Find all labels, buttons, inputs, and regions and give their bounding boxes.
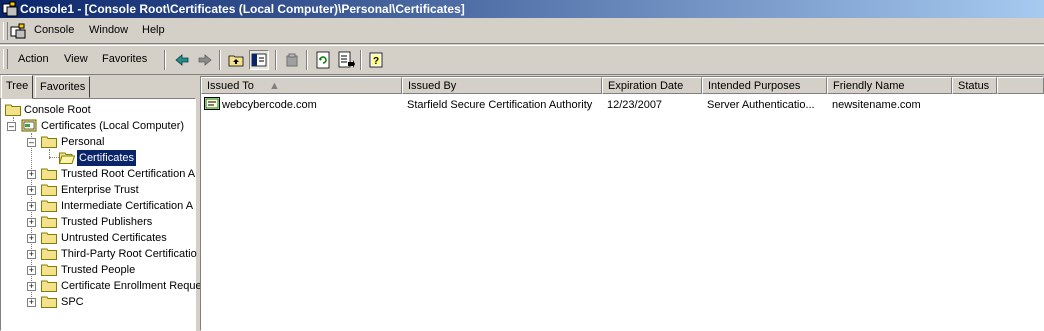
tree-label: Untrusted Certificates (61, 232, 167, 244)
certificate-store-icon (21, 119, 37, 132)
folder-icon (41, 232, 57, 244)
certificate-list[interactable]: Issued To ▲ Issued By Expiration Date In… (200, 76, 1044, 331)
cell-purposes: Server Authenticatio... (707, 99, 815, 111)
refresh-icon[interactable] (313, 50, 333, 70)
expand-icon[interactable]: + (27, 298, 36, 307)
tree-label: Third-Party Root Certificatio (61, 248, 197, 260)
column-header-friendly-name[interactable]: Friendly Name (827, 77, 952, 94)
column-header-issued-to[interactable]: Issued To ▲ (201, 77, 402, 94)
tree-label: Enterprise Trust (61, 184, 139, 196)
column-header-filler (997, 77, 1044, 94)
menu-help[interactable]: Help (142, 24, 165, 36)
tree-label: Trusted People (61, 264, 136, 276)
tree-label: Intermediate Certification A (61, 200, 194, 212)
mmc-app-icon (2, 1, 18, 17)
folder-icon (41, 248, 57, 260)
collapse-icon[interactable]: – (7, 122, 16, 131)
column-label: Issued To (207, 80, 254, 92)
expand-icon[interactable]: + (27, 218, 36, 227)
cell-issued-to: webcybercode.com (222, 99, 317, 111)
svg-text:?: ? (373, 56, 379, 67)
forward-arrow-icon[interactable] (195, 50, 215, 70)
menu-action[interactable]: Action (18, 53, 49, 65)
console-tree-icon (251, 53, 267, 67)
tree-label: Certificates (Local Computer) (41, 120, 185, 132)
column-header-status[interactable]: Status (952, 77, 997, 94)
toolbar-separator (275, 50, 277, 70)
window-title: Console1 - [Console Root\Certificates (L… (20, 2, 465, 16)
column-header-issued-by[interactable]: Issued By (402, 77, 602, 94)
toolbar-grip[interactable] (3, 49, 8, 69)
menu-view[interactable]: View (64, 53, 88, 65)
folder-icon (41, 200, 57, 212)
console-tree[interactable]: Console Root – Certificates (Local Compu… (0, 98, 202, 331)
expand-icon[interactable]: + (27, 202, 36, 211)
expand-icon[interactable]: + (27, 250, 36, 259)
tree-label: Certificate Enrollment Reque (61, 280, 202, 292)
main-menu-bar: Console Window Help (0, 19, 1044, 44)
open-folder-icon (59, 152, 75, 164)
tree-label: Trusted Publishers (61, 216, 153, 228)
folder-icon (41, 136, 57, 148)
menu-favorites[interactable]: Favorites (102, 53, 147, 65)
expand-icon[interactable]: + (27, 282, 36, 291)
tree-label: Console Root (24, 104, 91, 116)
up-one-level-icon[interactable] (226, 50, 246, 70)
cell-friendly-name: newsitename.com (832, 99, 921, 111)
folder-icon (41, 296, 57, 308)
toolbar-separator (219, 50, 221, 70)
folder-icon (41, 184, 57, 196)
menu-window[interactable]: Window (89, 24, 128, 36)
tab-tree[interactable]: Tree (1, 75, 34, 99)
folder-icon (5, 104, 21, 116)
tree-label: Certificates (75, 149, 138, 167)
delete-icon[interactable] (282, 50, 302, 70)
tree-label: SPC (61, 296, 84, 308)
folder-icon (41, 168, 57, 180)
toolbar-separator (306, 50, 308, 70)
toolbar-separator (360, 50, 362, 70)
cell-issued-by: Starfield Secure Certification Authority (407, 99, 593, 111)
certificate-icon (204, 97, 220, 110)
back-arrow-icon[interactable] (172, 50, 192, 70)
expand-icon[interactable]: + (27, 170, 36, 179)
expand-icon[interactable]: + (27, 266, 36, 275)
show-hide-tree-button[interactable] (249, 50, 269, 70)
column-header-purposes[interactable]: Intended Purposes (702, 77, 827, 94)
tab-favorites[interactable]: Favorites (35, 76, 91, 98)
cell-status (957, 97, 997, 113)
action-toolbar: Action View Favorites ? (0, 45, 1044, 75)
menu-grip[interactable] (3, 22, 8, 40)
folder-icon (41, 280, 57, 292)
collapse-icon[interactable]: – (27, 138, 36, 147)
cell-expiration: 12/23/2007 (607, 99, 663, 111)
tree-label: Trusted Root Certification A (61, 168, 196, 180)
title-bar[interactable]: Console1 - [Console Root\Certificates (L… (0, 0, 1044, 18)
menu-console[interactable]: Console (34, 24, 74, 36)
console-icon (10, 23, 26, 39)
toolbar-separator (164, 50, 166, 70)
tree-line (49, 157, 59, 158)
expand-icon[interactable]: + (27, 186, 36, 195)
folder-icon (41, 216, 57, 228)
column-header-expiration[interactable]: Expiration Date (602, 77, 702, 94)
tree-label: Personal (61, 136, 105, 148)
export-list-icon[interactable] (336, 50, 356, 70)
help-icon[interactable]: ? (367, 50, 387, 70)
sort-ascending-icon: ▲ (268, 80, 280, 92)
expand-icon[interactable]: + (27, 234, 36, 243)
folder-icon (41, 264, 57, 276)
